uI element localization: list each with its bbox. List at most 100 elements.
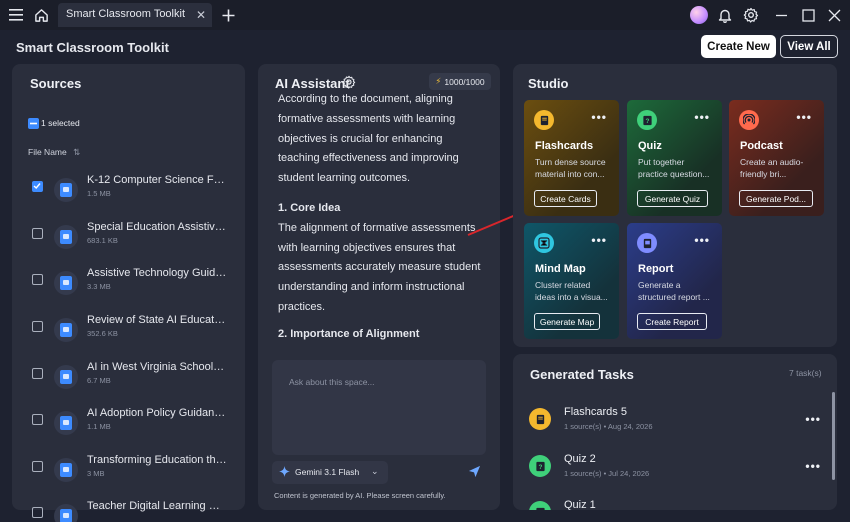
studio-card-button[interactable]: Create Cards bbox=[534, 190, 597, 207]
quiz-icon: ? bbox=[529, 501, 551, 510]
source-item[interactable]: AI in West Virginia Schools ... 6.7 MB bbox=[12, 361, 245, 401]
source-item[interactable]: Teacher Digital Learning Gui... bbox=[12, 500, 245, 522]
document-icon bbox=[54, 178, 78, 202]
task-item[interactable]: Flashcards 5 1 source(s) • Aug 24, 2026 ••… bbox=[513, 406, 823, 446]
source-size: 683.1 KB bbox=[87, 236, 118, 245]
source-item[interactable]: Assistive Technology Guide... 3.3 MB bbox=[12, 267, 245, 307]
more-options-icon[interactable]: ••• bbox=[796, 110, 812, 124]
source-item[interactable]: AI Adoption Policy Guidanc... 1.1 MB bbox=[12, 407, 245, 447]
task-meta: 1 source(s) • Aug 24, 2026 bbox=[564, 422, 653, 431]
studio-card-flashcards[interactable]: ••• Flashcards Turn dense source material … bbox=[524, 100, 619, 216]
file-name-column-header[interactable]: File Name ⇅ bbox=[28, 147, 80, 158]
flashcard-icon bbox=[534, 110, 554, 130]
source-size: 352.6 KB bbox=[87, 329, 118, 338]
source-size: 3 MB bbox=[87, 469, 105, 478]
source-checkbox[interactable] bbox=[32, 228, 43, 239]
minimize-icon[interactable] bbox=[771, 5, 791, 25]
source-title: AI in West Virginia Schools ... bbox=[87, 361, 227, 373]
more-options-icon[interactable]: ••• bbox=[694, 233, 710, 247]
source-checkbox[interactable] bbox=[32, 181, 43, 192]
assistant-heading: 1. Core Idea bbox=[278, 201, 341, 214]
new-tab-plus-icon[interactable] bbox=[218, 5, 238, 25]
studio-card-button[interactable]: Generate Map bbox=[534, 313, 600, 330]
select-all-checkbox[interactable] bbox=[28, 118, 39, 129]
ask-input-placeholder: Ask about this space... bbox=[289, 377, 375, 387]
hamburger-menu-icon[interactable] bbox=[6, 5, 26, 25]
task-list: Flashcards 5 1 source(s) • Aug 24, 2026 ••… bbox=[513, 392, 837, 510]
more-options-icon[interactable]: ••• bbox=[694, 110, 710, 124]
studio-card-podcast[interactable]: ••• Podcast Create an audio-friendly bri..… bbox=[729, 100, 824, 216]
model-selector[interactable]: Gemini 3.1 Flash ⌄ bbox=[272, 461, 388, 484]
source-checkbox[interactable] bbox=[32, 368, 43, 379]
source-item[interactable]: Special Education Assistive ... 683.1 KB bbox=[12, 221, 245, 261]
notification-bell-icon[interactable] bbox=[715, 5, 735, 25]
studio-card-button[interactable]: Create Report bbox=[637, 313, 707, 330]
ask-input-box[interactable]: Ask about this space... bbox=[272, 360, 486, 455]
more-options-icon[interactable]: ••• bbox=[805, 459, 821, 473]
credits-count: 1000/1000 bbox=[444, 76, 485, 87]
podcast-icon bbox=[739, 110, 759, 130]
create-new-button[interactable]: Create New bbox=[701, 35, 776, 58]
avatar[interactable] bbox=[690, 6, 708, 24]
quiz-icon: ? bbox=[529, 455, 551, 477]
document-icon bbox=[54, 365, 78, 389]
task-item[interactable]: ? Quiz 1 bbox=[513, 499, 823, 510]
more-options-icon[interactable]: ••• bbox=[591, 233, 607, 247]
selected-count: 1 selected bbox=[41, 118, 80, 128]
document-icon bbox=[54, 318, 78, 342]
assistant-paragraph: According to the document, aligning form… bbox=[278, 94, 459, 185]
source-title: Assistive Technology Guide... bbox=[87, 267, 227, 279]
source-item[interactable]: Transforming Education thr... 3 MB bbox=[12, 454, 245, 494]
close-window-icon[interactable] bbox=[824, 5, 844, 25]
ai-disclaimer: Content is generated by AI. Please scree… bbox=[274, 491, 446, 500]
studio-card-mind-map[interactable]: ••• Mind Map Cluster related ideas into a … bbox=[524, 223, 619, 339]
assistant-paragraph: The alignment of formative assessments w… bbox=[278, 221, 481, 313]
studio-card-description: Create an audio-friendly bri... bbox=[740, 157, 804, 179]
source-size: 3.3 MB bbox=[87, 282, 111, 291]
studio-card-description: Cluster related ideas into a visua... bbox=[535, 280, 608, 302]
document-icon bbox=[54, 411, 78, 435]
studio-card-quiz[interactable]: ? ••• Quiz Put together practice question..… bbox=[627, 100, 722, 216]
more-options-icon[interactable]: ••• bbox=[805, 412, 821, 426]
studio-card-title: Quiz bbox=[638, 140, 662, 152]
flashcard-icon bbox=[529, 408, 551, 430]
task-meta: 1 source(s) • Jul 24, 2026 bbox=[564, 469, 650, 478]
send-icon[interactable] bbox=[468, 465, 481, 483]
studio-card-title: Mind Map bbox=[535, 263, 586, 275]
studio-card-button[interactable]: Generate Quiz bbox=[637, 190, 708, 207]
home-icon[interactable] bbox=[31, 5, 51, 25]
source-checkbox[interactable] bbox=[32, 507, 43, 518]
document-icon bbox=[54, 504, 78, 522]
assistant-settings-gear-icon[interactable] bbox=[342, 75, 356, 94]
gemini-sparkle-icon bbox=[279, 466, 290, 479]
page-title: Smart Classroom Toolkit bbox=[16, 40, 169, 55]
task-list-scrollbar[interactable] bbox=[832, 392, 835, 480]
assistant-heading: 2. Importance of Alignment bbox=[278, 327, 420, 340]
source-title: Special Education Assistive ... bbox=[87, 221, 227, 233]
more-options-icon[interactable]: ••• bbox=[591, 110, 607, 124]
source-checkbox[interactable] bbox=[32, 414, 43, 425]
studio-card-button[interactable]: Generate Pod... bbox=[739, 190, 813, 207]
tab-smart-classroom-toolkit[interactable]: Smart Classroom Toolkit ✕ bbox=[58, 3, 212, 27]
source-title: Review of State AI Educatio... bbox=[87, 314, 227, 326]
task-title: Quiz 1 bbox=[564, 499, 596, 510]
tab-close-icon[interactable]: ✕ bbox=[196, 8, 206, 22]
model-name: Gemini 3.1 Flash bbox=[295, 467, 360, 477]
source-checkbox[interactable] bbox=[32, 274, 43, 285]
source-item[interactable]: K-12 Computer Science For... 1.5 MB bbox=[12, 174, 245, 214]
source-item[interactable]: Review of State AI Educatio... 352.6 KB bbox=[12, 314, 245, 354]
sort-icon[interactable]: ⇅ bbox=[73, 147, 80, 157]
maximize-icon[interactable] bbox=[798, 5, 818, 25]
studio-card-description: Turn dense source material into con... bbox=[535, 157, 606, 179]
task-item[interactable]: ? Quiz 2 1 source(s) • Jul 24, 2026 ••• bbox=[513, 453, 823, 493]
studio-card-title: Report bbox=[638, 263, 674, 275]
view-all-button[interactable]: View All bbox=[780, 35, 838, 58]
settings-gear-icon[interactable] bbox=[741, 5, 761, 25]
source-checkbox[interactable] bbox=[32, 461, 43, 472]
source-checkbox[interactable] bbox=[32, 321, 43, 332]
studio-card-report[interactable]: ••• Report Generate a structured report ..… bbox=[627, 223, 722, 339]
tab-title: Smart Classroom Toolkit bbox=[66, 8, 185, 20]
chevron-down-icon: ⌄ bbox=[371, 466, 379, 476]
task-title: Quiz 2 bbox=[564, 453, 596, 465]
source-title: K-12 Computer Science For... bbox=[87, 174, 227, 186]
